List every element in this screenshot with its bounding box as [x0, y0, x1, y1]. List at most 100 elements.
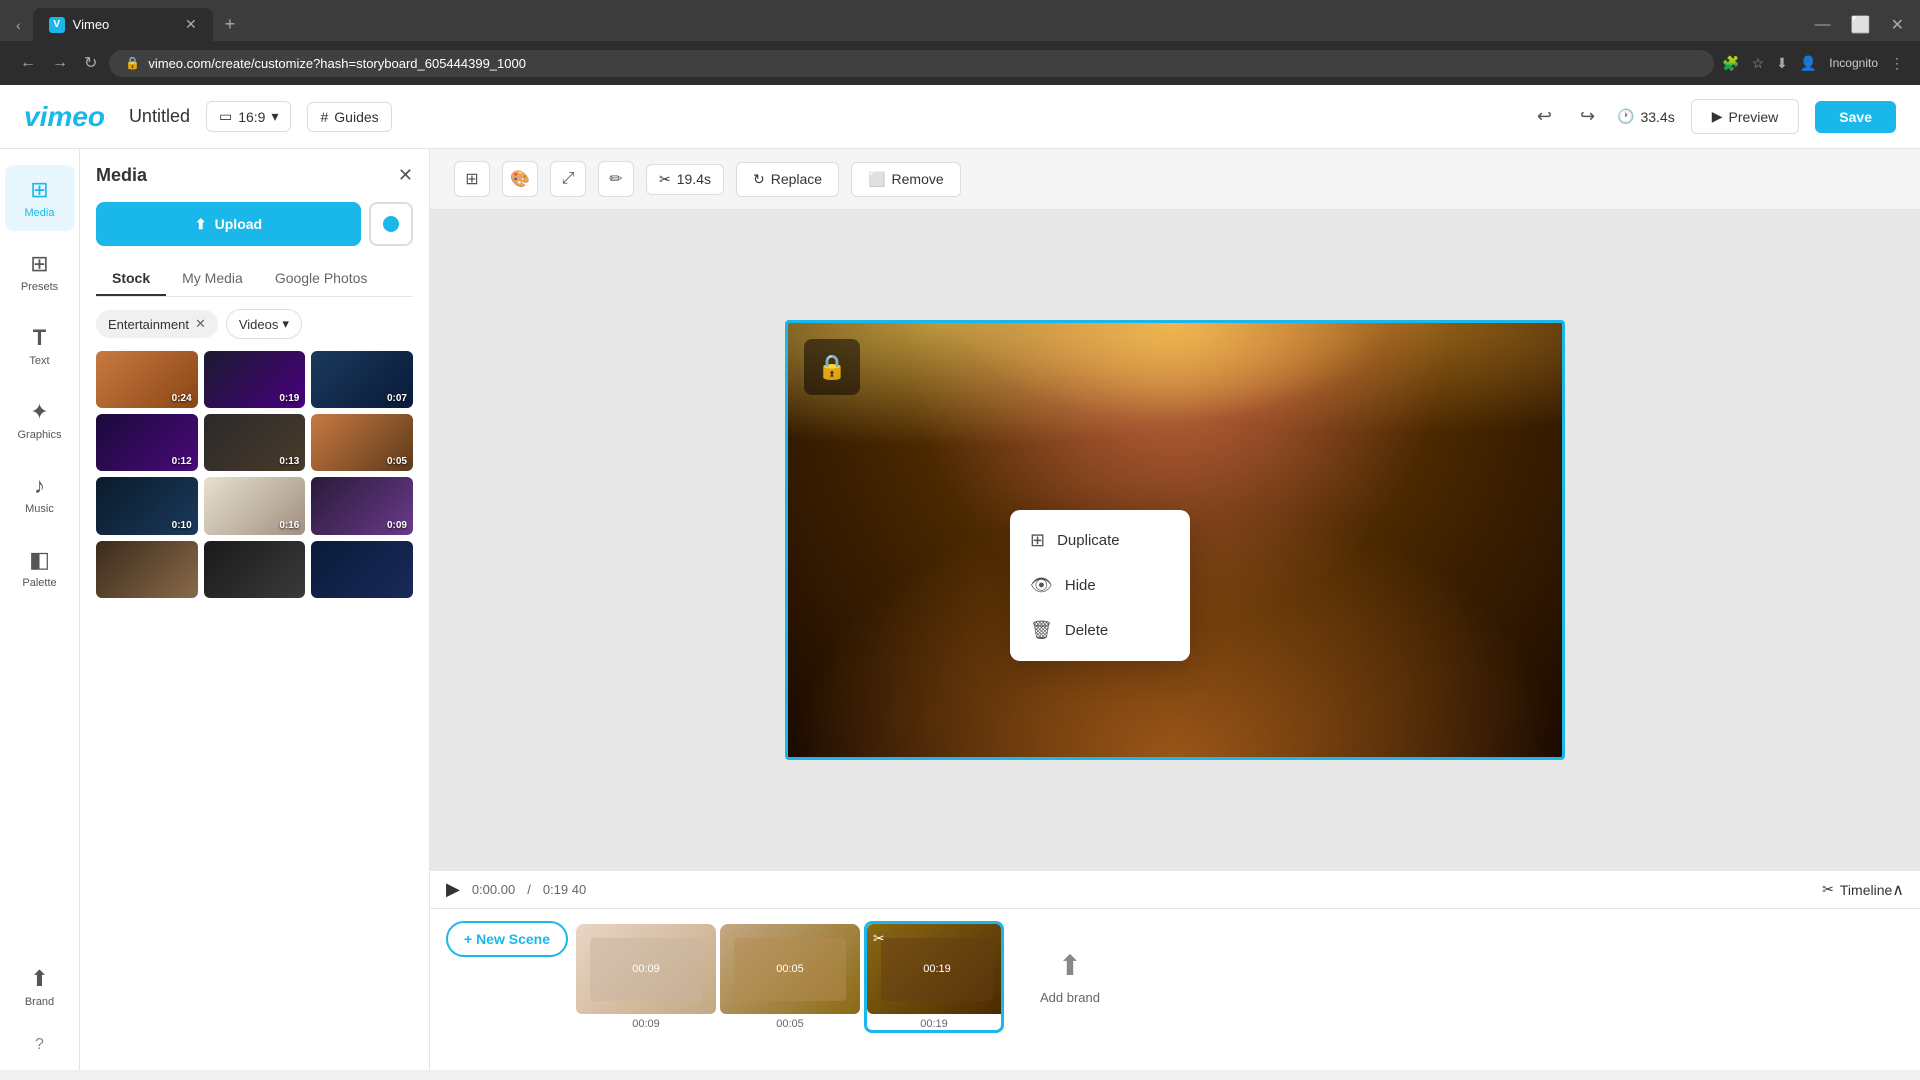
tab-my-media[interactable]: My Media	[166, 262, 259, 296]
project-title: Untitled	[129, 106, 190, 127]
sidebar-item-palette[interactable]: ◧ Palette	[5, 535, 75, 601]
duration-9: 0:09	[387, 520, 407, 531]
media-thumb-8[interactable]: 0:16	[204, 477, 306, 534]
context-menu-item-delete[interactable]: 🗑 Delete	[1010, 608, 1190, 653]
time-separator: /	[527, 882, 531, 897]
chevron-icon: ▾	[282, 316, 289, 332]
duration-8: 0:16	[279, 520, 299, 531]
guides-icon: #	[320, 109, 328, 125]
guides-button[interactable]: # Guides	[307, 102, 391, 132]
presets-label: Presets	[21, 281, 58, 293]
media-thumb-12[interactable]	[311, 541, 413, 598]
undo-button[interactable]: ↩	[1531, 100, 1558, 133]
download-icon[interactable]: ⬇	[1776, 55, 1788, 72]
media-thumb-6[interactable]: 0:05	[311, 414, 413, 471]
duration-5: 0:13	[279, 456, 299, 467]
tab-google-photos[interactable]: Google Photos	[259, 262, 384, 296]
canvas-toolbar: ⊞ 🎨 ⤢ ✏ ✂ 19.4s ↻ Replace ⬜ Remove	[430, 149, 1920, 210]
media-thumb-3[interactable]: 0:07	[311, 351, 413, 408]
browser-nav-bar: ← → ↻ 🔒 vimeo.com/create/customize?hash=…	[0, 41, 1920, 85]
video-lock-icon: 🔒	[804, 339, 860, 395]
sidebar-item-brand[interactable]: ⬆ Brand	[5, 954, 75, 1020]
sidebar-item-presets[interactable]: ⊞ Presets	[5, 239, 75, 305]
sidebar-item-text[interactable]: T Text	[5, 313, 75, 379]
clip-thumb-3: 00:19	[867, 924, 1004, 1014]
record-button[interactable]	[369, 202, 413, 246]
incognito-label: Incognito	[1829, 56, 1878, 70]
bookmark-icon[interactable]: ☆	[1752, 55, 1765, 72]
play-icon: ▶	[1712, 108, 1723, 125]
maximize-button[interactable]: ⬜	[1843, 11, 1879, 39]
sidebar-item-music[interactable]: ♪ Music	[5, 461, 75, 527]
aspect-ratio-icon: ▭	[219, 108, 232, 125]
remove-icon: ⬜	[868, 171, 885, 188]
delete-label: Delete	[1065, 622, 1108, 639]
extensions-icon[interactable]: 🧩	[1722, 55, 1739, 72]
aspect-ratio-button[interactable]: ▭ 16:9 ▾	[206, 101, 292, 132]
context-menu-item-duplicate[interactable]: ⊞ Duplicate	[1010, 518, 1190, 563]
timeline-clip-3[interactable]: 00:19 ✂ 00:19	[864, 921, 1004, 1033]
close-tab-icon[interactable]: ✕	[185, 16, 197, 33]
media-thumb-9[interactable]: 0:09	[311, 477, 413, 534]
media-thumb-5[interactable]: 0:13	[204, 414, 306, 471]
minimize-button[interactable]: —	[1807, 12, 1839, 38]
clip-thumb-2: 00:05	[720, 924, 860, 1014]
context-menu-item-hide[interactable]: 👁 Hide	[1010, 563, 1190, 608]
active-tab[interactable]: V Vimeo ✕	[33, 8, 213, 41]
palette-icon: ◧	[29, 547, 50, 573]
edit-button[interactable]: ✏	[598, 161, 634, 197]
add-brand-area[interactable]: ⬆ Add brand	[1008, 933, 1132, 1021]
media-grid: 0:24 0:19 0:07 0:12 0:13	[96, 351, 413, 598]
music-icon: ♪	[34, 473, 45, 499]
add-scene-button[interactable]: + New Scene	[446, 921, 568, 957]
media-thumb-2[interactable]: 0:19	[204, 351, 306, 408]
grid-button[interactable]: ⊞	[454, 161, 490, 197]
back-btn[interactable]: ‹	[8, 13, 29, 37]
timeline-clip-2[interactable]: 00:05 00:05	[720, 924, 860, 1030]
address-bar[interactable]: 🔒 vimeo.com/create/customize?hash=storyb…	[109, 50, 1714, 77]
media-thumb-1[interactable]: 0:24	[96, 351, 198, 408]
remove-label: Remove	[892, 171, 944, 187]
color-button[interactable]: 🎨	[502, 161, 538, 197]
save-button[interactable]: Save	[1815, 101, 1896, 133]
new-tab-button[interactable]: +	[217, 10, 244, 39]
clip-duration-3: 00:19	[867, 1018, 1001, 1030]
app: vimeo Untitled ▭ 16:9 ▾ # Guides ↩ ↪ 🕐 3…	[0, 85, 1920, 1070]
filter-type-select[interactable]: Videos ▾	[226, 309, 302, 339]
close-window-button[interactable]: ✕	[1883, 11, 1912, 39]
close-panel-button[interactable]: ✕	[398, 165, 413, 186]
clip-duration-1: 00:09	[576, 1018, 716, 1030]
remove-button[interactable]: ⬜ Remove	[851, 162, 961, 197]
play-button[interactable]: ▶	[446, 879, 460, 900]
back-button[interactable]: ←	[16, 50, 40, 76]
media-thumb-11[interactable]	[204, 541, 306, 598]
filter-remove-icon[interactable]: ✕	[195, 316, 206, 332]
media-thumb-10[interactable]	[96, 541, 198, 598]
timeline-clip-1[interactable]: 00:09 00:09	[576, 924, 716, 1030]
redo-button[interactable]: ↪	[1574, 100, 1601, 133]
help-icon[interactable]: ?	[35, 1036, 44, 1054]
media-tabs: Stock My Media Google Photos	[96, 262, 413, 297]
duration-6: 0:05	[387, 456, 407, 467]
media-label: Media	[25, 207, 55, 219]
media-thumb-7[interactable]: 0:10	[96, 477, 198, 534]
preview-button[interactable]: ▶ Preview	[1691, 99, 1800, 134]
collapse-timeline-button[interactable]: ∧	[1892, 880, 1904, 900]
media-thumb-4[interactable]: 0:12	[96, 414, 198, 471]
forward-button[interactable]: →	[48, 50, 72, 76]
sidebar-item-media[interactable]: ⊞ Media	[5, 165, 75, 231]
profile-icon[interactable]: 👤	[1800, 55, 1817, 72]
menu-icon[interactable]: ⋮	[1890, 55, 1904, 72]
timeline-controls: ▶ 0:00.00 / 0:19 40	[446, 879, 586, 900]
refresh-button[interactable]: ↻	[80, 49, 101, 77]
upload-button[interactable]: ⬆ Upload	[96, 202, 361, 246]
tab-stock[interactable]: Stock	[96, 262, 166, 296]
expand-button[interactable]: ⤢	[550, 161, 586, 197]
media-panel: Media ✕ ⬆ Upload Stock My Media Google P…	[80, 149, 430, 1070]
brand-icon: ⬆	[30, 966, 48, 992]
url-text: vimeo.com/create/customize?hash=storyboa…	[148, 56, 526, 71]
add-brand-icon: ⬆	[1058, 949, 1081, 982]
replace-button[interactable]: ↻ Replace	[736, 162, 839, 197]
context-menu: ⊞ Duplicate 👁 Hide 🗑 Delete	[1010, 510, 1190, 661]
sidebar-item-graphics[interactable]: ✦ Graphics	[5, 387, 75, 453]
